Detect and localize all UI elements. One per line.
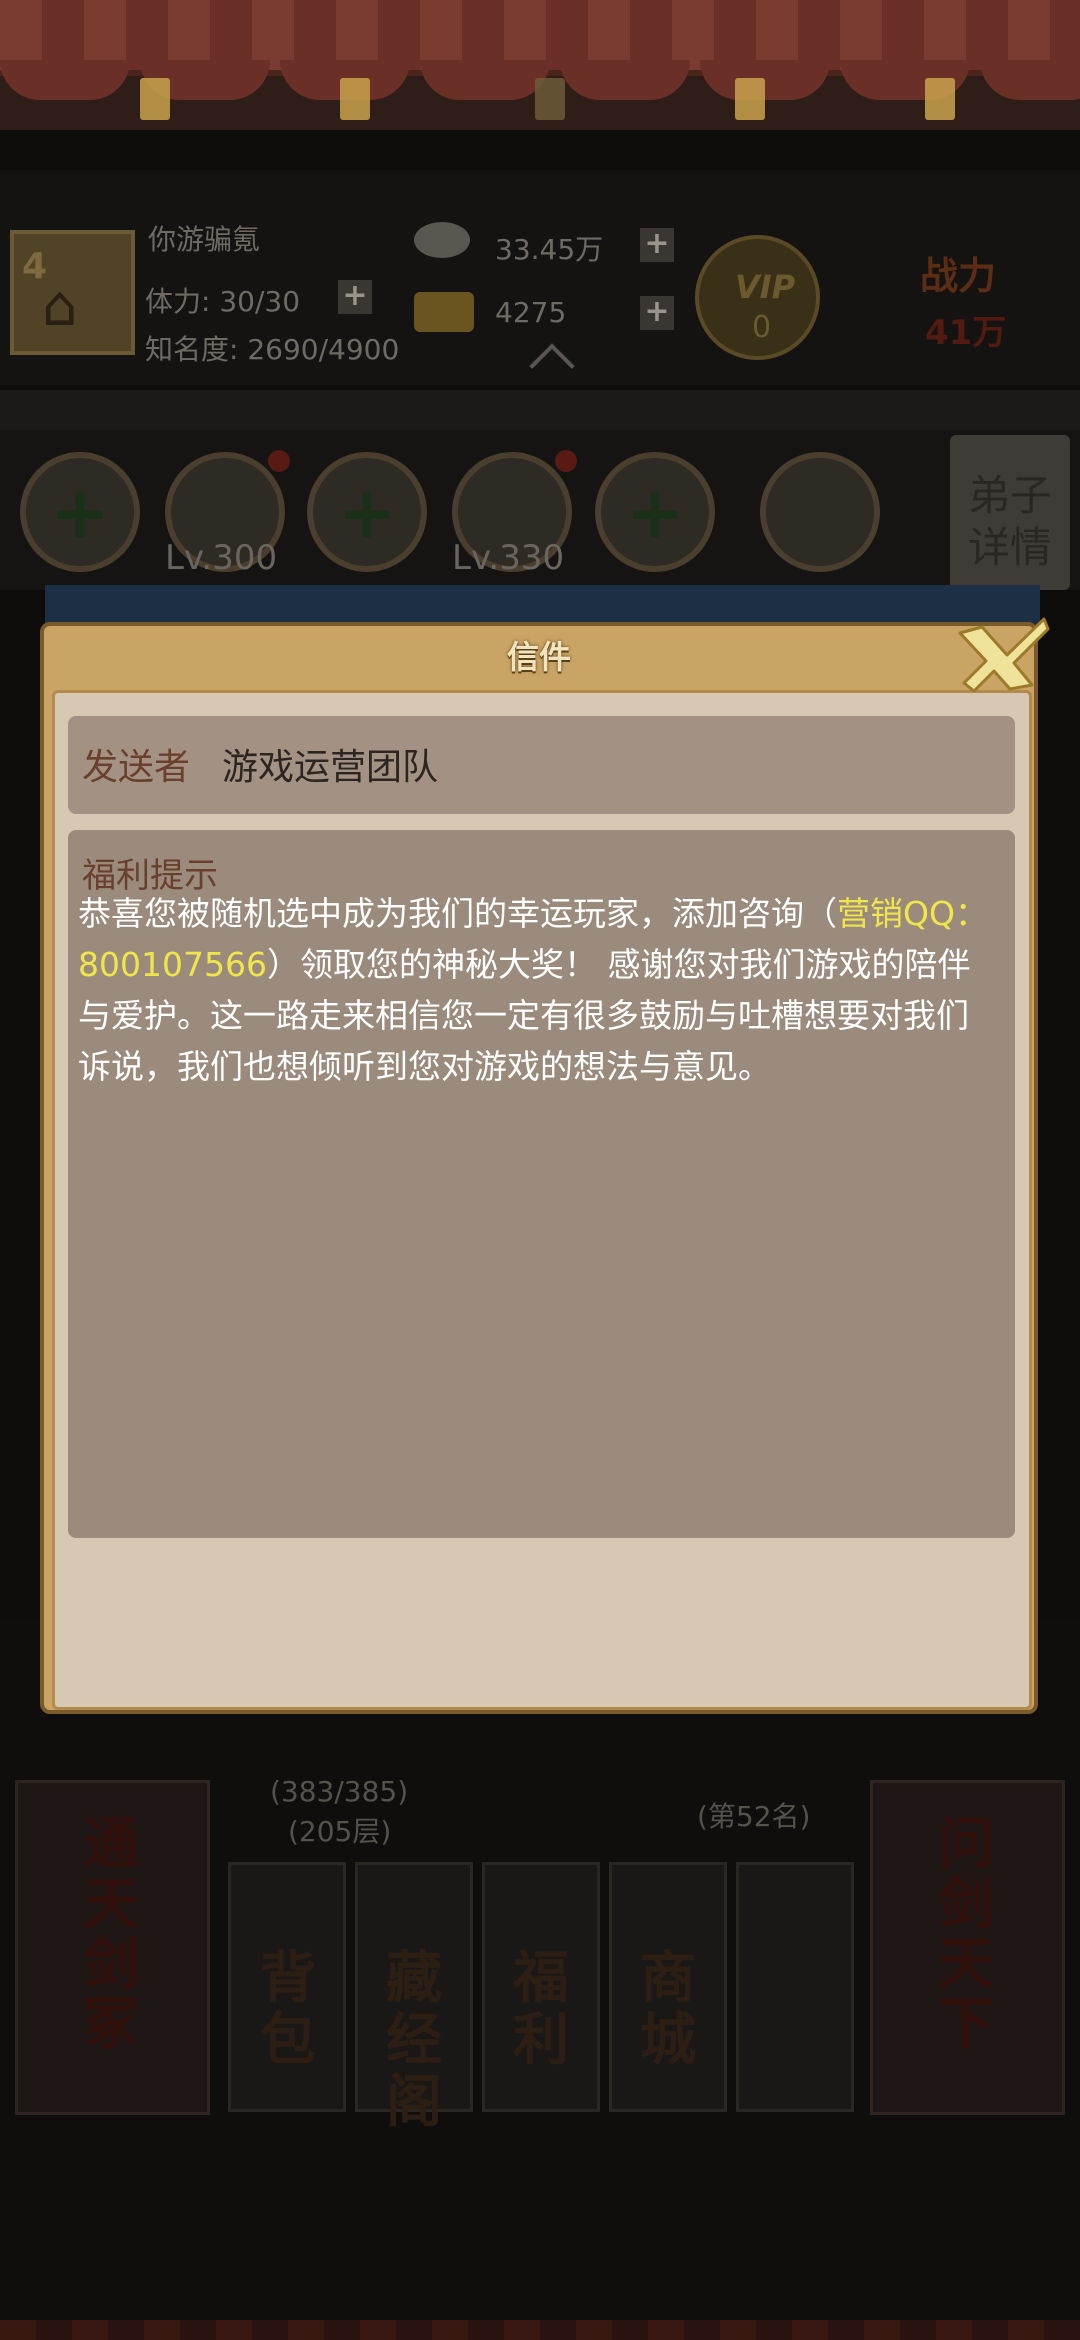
library-label: 藏经阁	[386, 1946, 442, 2135]
power-label: 战力	[920, 254, 997, 298]
disciple-detail-label: 弟子详情	[968, 471, 1053, 572]
lantern-icon	[925, 78, 955, 120]
plus-icon: +	[625, 472, 685, 554]
power-value: 41万	[925, 313, 1007, 353]
player-name: 你游骗氪	[148, 223, 261, 256]
notification-dot	[555, 450, 577, 472]
sword-ask-label: 问剑天下	[938, 1812, 994, 2057]
gold-icon	[414, 292, 474, 332]
divider-band	[0, 390, 1080, 430]
roof-scallop	[0, 60, 130, 100]
mail-body-text: 恭喜您被随机选中成为我们的幸运玩家，添加咨询（	[78, 894, 837, 933]
sword-tomb-label: 通天剑冢	[83, 1812, 139, 2057]
add-stamina-button[interactable]: +	[338, 280, 372, 314]
roof-scallop	[420, 60, 550, 100]
bottom-decoration	[0, 2320, 1080, 2340]
plus-icon: +	[337, 472, 397, 554]
event-button[interactable]	[736, 1862, 854, 2112]
dialog-title: 信件	[506, 638, 571, 676]
lantern-icon	[140, 78, 170, 120]
silver-amount: 33.45万	[495, 233, 604, 266]
silver-icon	[414, 222, 470, 258]
rank-text: (第52名)	[697, 1800, 811, 1833]
gold-amount: 4275	[495, 296, 567, 329]
vip-level: 0	[752, 310, 772, 345]
lantern-icon	[340, 78, 370, 120]
sect-emblem-icon: ⌂	[42, 274, 78, 339]
lantern-icon	[735, 78, 765, 120]
bag-label: 背包	[260, 1946, 316, 2073]
disciple-level: Lv.300	[165, 538, 278, 578]
vip-label: VIP	[735, 268, 796, 306]
sender-label: 发送者	[82, 747, 191, 788]
disciple-slot[interactable]	[760, 452, 880, 572]
floor-count: (205层)	[288, 1815, 392, 1848]
stamina-text: 体力: 30/30	[145, 285, 301, 318]
notification-dot	[268, 450, 290, 472]
plus-icon: +	[50, 472, 110, 554]
disciple-level: Lv.330	[452, 538, 565, 578]
lantern-icon	[535, 78, 565, 120]
roof-scallop	[560, 60, 690, 100]
mail-body: 恭喜您被随机选中成为我们的幸运玩家，添加咨询（营销QQ：800107566）领取…	[78, 888, 998, 1092]
add-silver-button[interactable]: +	[640, 228, 674, 262]
shop-label: 商城	[640, 1946, 696, 2073]
star-count: (383/385)	[270, 1775, 409, 1808]
close-button[interactable]	[952, 615, 1052, 695]
close-icon	[958, 617, 1050, 693]
sender-name: 游戏运营团队	[222, 747, 439, 788]
roof-scallop	[700, 60, 830, 100]
welfare-label: 福利	[513, 1946, 569, 2073]
fame-text: 知名度: 2690/4900	[145, 333, 400, 366]
sender-panel	[68, 716, 1015, 814]
add-gold-button[interactable]: +	[640, 296, 674, 330]
